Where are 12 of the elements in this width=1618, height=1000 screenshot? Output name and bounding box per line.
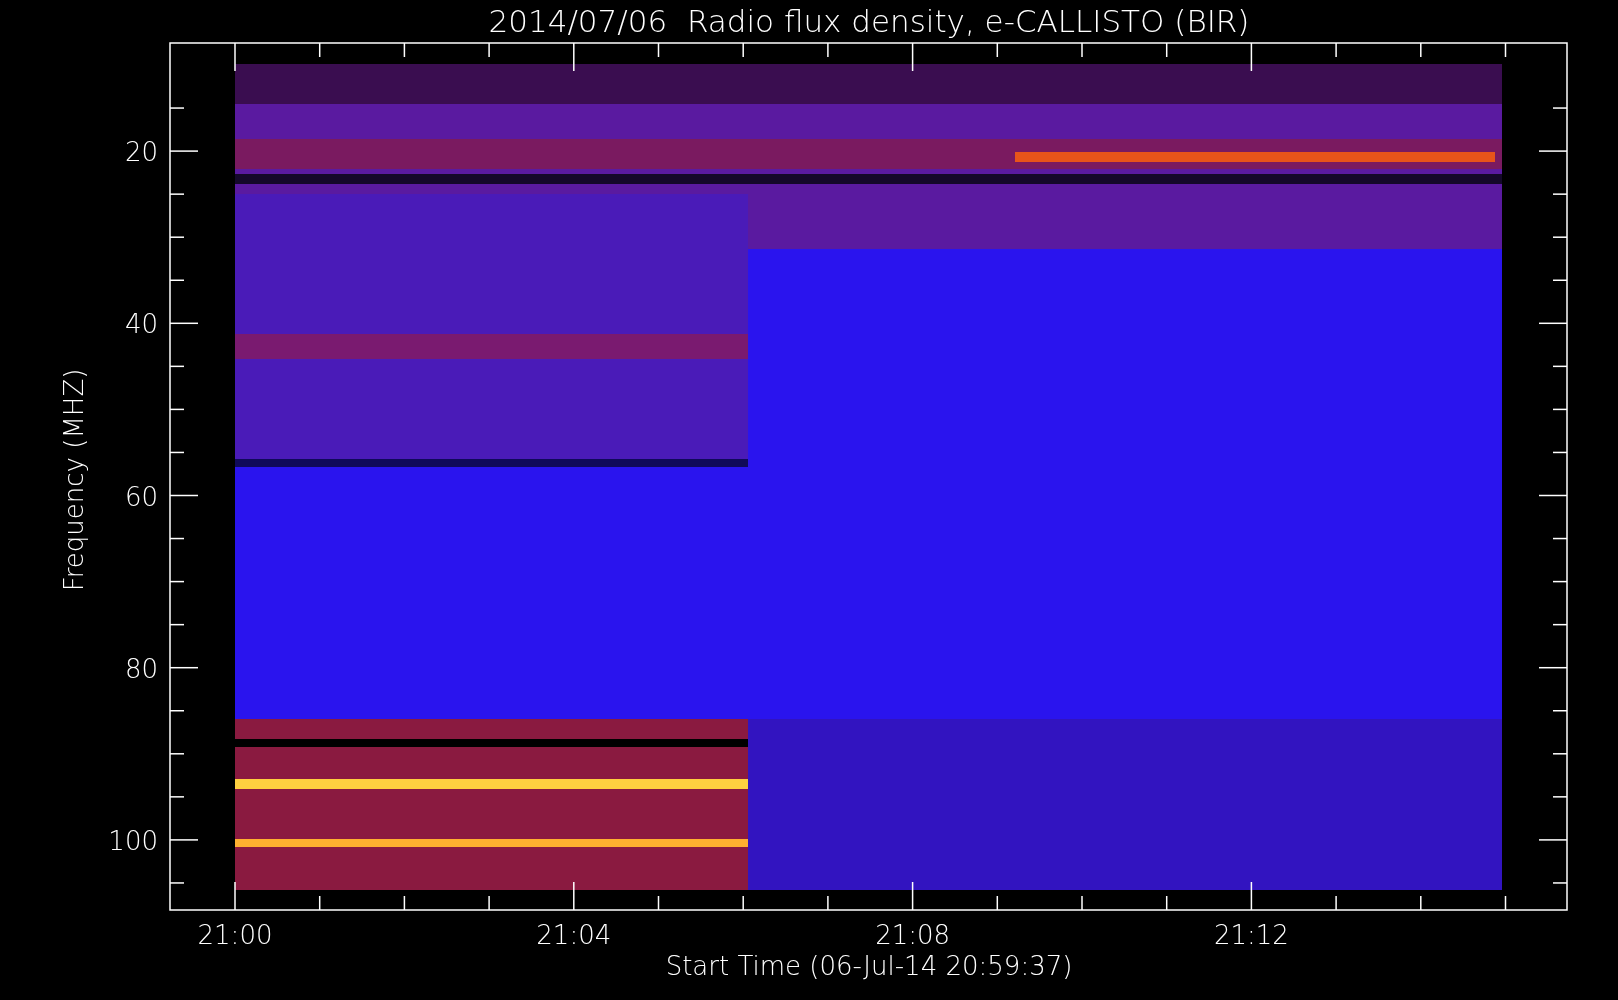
chart-title: 2014/07/06 Radio flux density, e-CALLISTO (BIR): [488, 3, 1250, 39]
y-tick-label: 60: [124, 481, 158, 512]
x-tick-label: 21:08: [875, 920, 951, 950]
y-tick-label: 20: [124, 137, 158, 168]
y-tick-label: 80: [124, 653, 158, 684]
x-axis-label: Start Time (06-Jul-14 20:59:37): [665, 951, 1073, 981]
x-tick-label: 21:00: [197, 920, 273, 950]
y-axis-label: Frequency (MHZ): [59, 368, 89, 592]
x-tick-label: 21:04: [536, 920, 612, 950]
y-tick-label: 100: [108, 825, 158, 856]
y-tick-label: 40: [124, 309, 158, 340]
x-tick-label: 21:12: [1213, 920, 1289, 950]
